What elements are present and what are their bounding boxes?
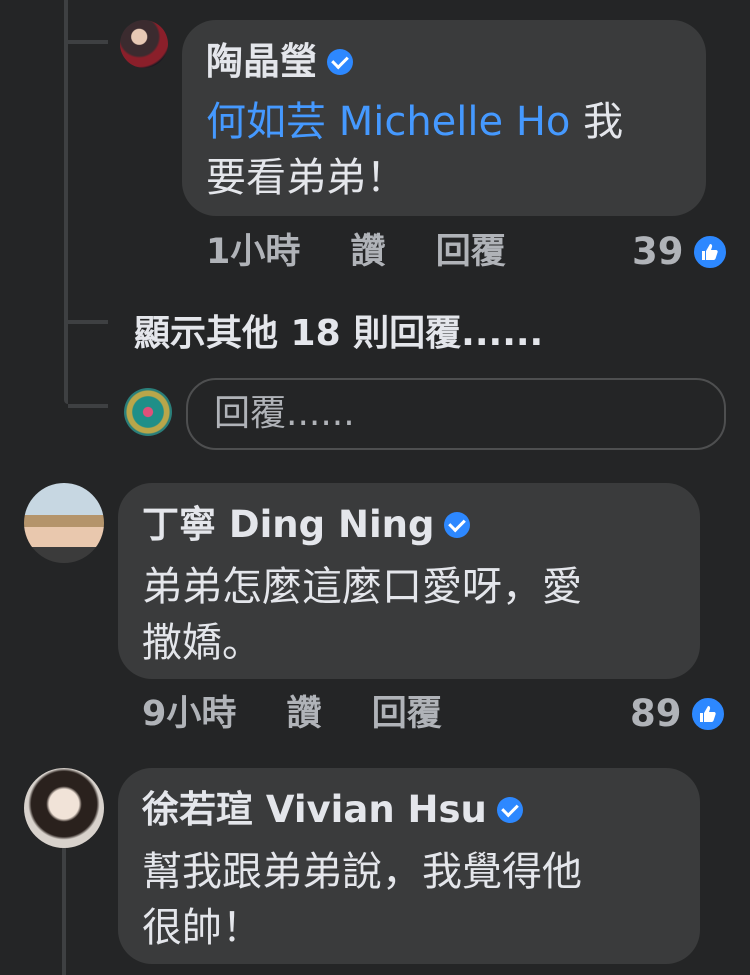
comment-text-line2: 要看弟弟！ [206, 155, 406, 201]
comment-time[interactable]: 1小時 [206, 232, 300, 272]
like-button[interactable]: 讚 [351, 232, 386, 272]
thread-connector-1 [64, 40, 108, 44]
avatar[interactable] [24, 768, 104, 848]
thread-line-second [62, 845, 66, 975]
avatar[interactable] [120, 20, 168, 68]
verified-badge-icon [327, 49, 353, 75]
reply-button[interactable]: 回覆 [372, 694, 442, 734]
like-count[interactable]: 39 [632, 230, 728, 274]
thread-connector-2 [68, 320, 108, 324]
thread-connector-3 [68, 404, 108, 408]
comment-author[interactable]: 徐若瑄 Vivian Hsu [142, 788, 676, 832]
like-thumb-icon [689, 696, 726, 732]
comment-text-line2: 撒嬌。 [142, 620, 262, 666]
like-button[interactable]: 讚 [287, 694, 322, 734]
comment-bubble: 丁寧 Ding Ning 弟弟怎麼這麼口愛呀，愛 撒嬌。 [118, 483, 700, 679]
comment-bubble: 陶晶瑩 何如芸 Michelle Ho 我 要看弟弟！ [182, 20, 706, 216]
comment-text-line2: 很帥！ [142, 905, 262, 951]
avatar [124, 388, 172, 436]
like-count[interactable]: 89 [630, 692, 726, 736]
comment-text: 何如芸 Michelle Ho 我 [206, 99, 624, 145]
more-replies-link[interactable]: 顯示其他 18 則回覆...... [134, 312, 543, 356]
thread-line-main [64, 0, 68, 404]
comment-text: 弟弟怎麼這麼口愛呀，愛 [142, 564, 582, 610]
mention-link[interactable]: 何如芸 Michelle Ho [206, 99, 570, 145]
like-thumb-icon [691, 234, 728, 270]
comment-author[interactable]: 陶晶瑩 [206, 40, 682, 84]
reply-input[interactable]: 回覆...... [186, 378, 726, 450]
verified-badge-icon [496, 797, 523, 823]
comment-author[interactable]: 丁寧 Ding Ning [142, 503, 676, 547]
avatar[interactable] [24, 483, 104, 563]
reply-button[interactable]: 回覆 [436, 232, 506, 272]
comment-text: 幫我跟弟弟說，我覺得他 [142, 849, 582, 895]
verified-badge-icon [444, 512, 471, 538]
comment-meta: 1小時 讚 回覆 [206, 230, 544, 274]
comment-bubble: 徐若瑄 Vivian Hsu 幫我跟弟弟說，我覺得他 很帥！ [118, 768, 700, 964]
comment-meta: 9小時 讚 回覆 [142, 692, 480, 736]
comment-time[interactable]: 9小時 [142, 694, 236, 734]
